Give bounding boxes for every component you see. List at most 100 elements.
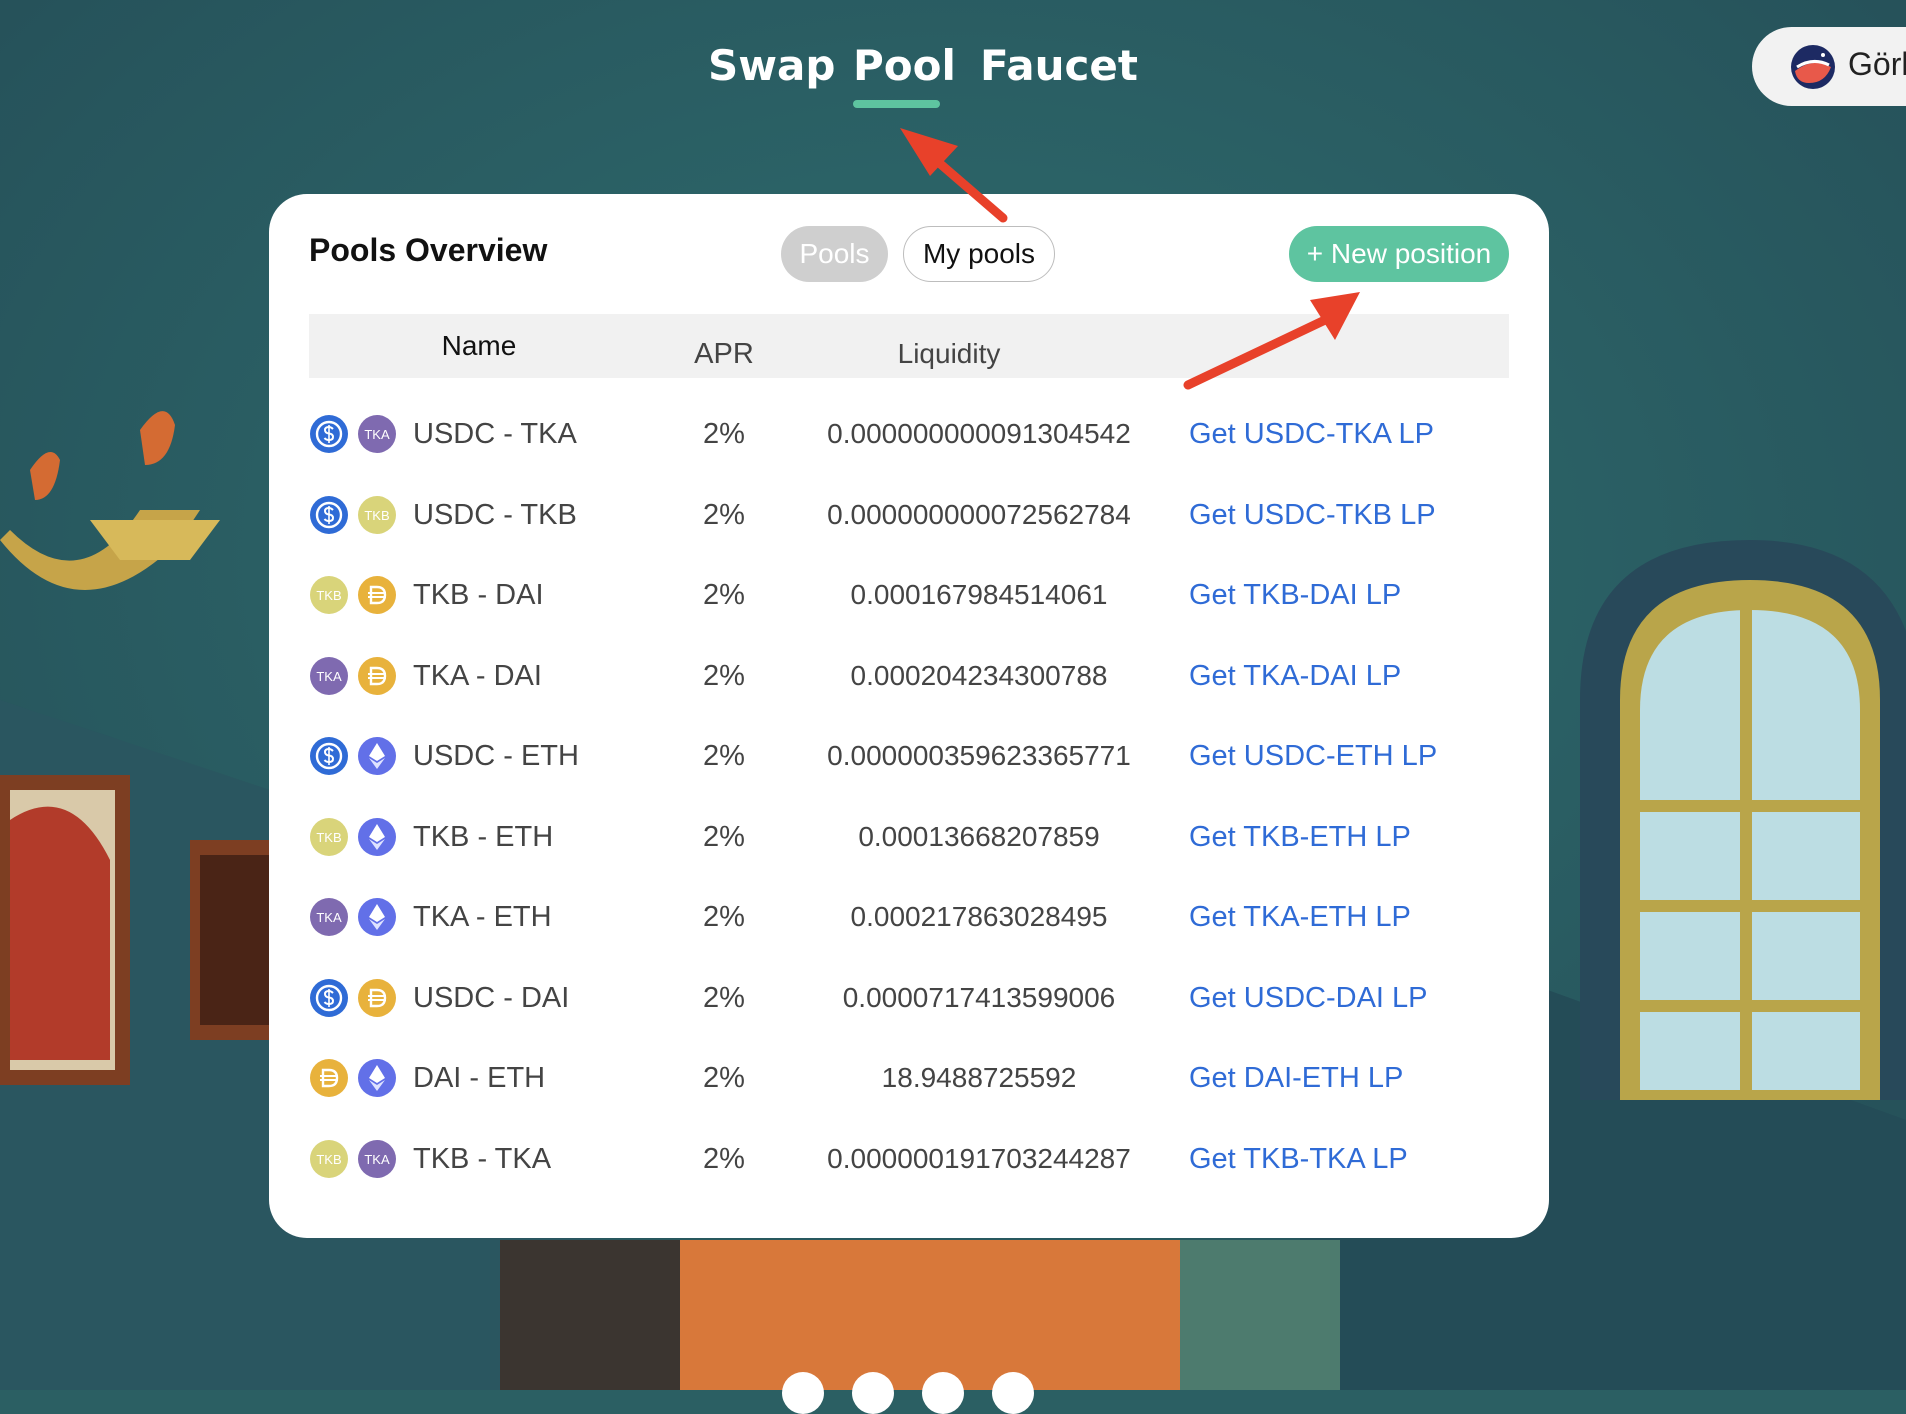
dai-icon <box>357 575 397 615</box>
tab-faucet[interactable]: Faucet <box>980 38 1138 98</box>
pool-liquidity: 0.000000000091304542 <box>827 418 1131 449</box>
pool-liquidity: 0.000217863028495 <box>850 901 1108 932</box>
table-row: TKA TKA - ETH 2% 0.000217863028495 Get TKA-E… <box>309 877 1509 957</box>
github-icon[interactable] <box>852 1372 894 1414</box>
network-selector[interactable]: Görl <box>1752 27 1906 106</box>
pool-pair-name: TKB - TKA <box>413 1142 552 1175</box>
tka-icon: TKA <box>309 897 349 937</box>
tkb-icon: TKB <box>309 817 349 857</box>
pool-pair-name: USDC - TKA <box>413 418 577 450</box>
svg-text:TKA: TKA <box>316 910 342 925</box>
column-header-name: Name <box>441 330 517 361</box>
pool-pair-name: USDC - TKB <box>413 498 577 531</box>
pool-pair-name: TKB - ETH <box>413 820 554 853</box>
svg-text:TKB: TKB <box>316 1152 341 1167</box>
get-lp-link[interactable]: Get TKA-DAI LP <box>1189 636 1401 716</box>
table-row: USDC - ETH 2% 0.000000359623365771 Get USDC… <box>309 716 1509 796</box>
goerli-network-icon <box>1791 45 1835 89</box>
table-row: TKA USDC - TKA 2% 0.000000000091304542 Get U… <box>309 394 1509 474</box>
column-header-apr: APR <box>694 338 754 370</box>
twitter-icon[interactable] <box>782 1372 824 1414</box>
segment-my-pools[interactable]: My pools <box>903 226 1055 282</box>
tab-pool[interactable]: Pool <box>853 38 956 98</box>
get-lp-link[interactable]: Get TKA-ETH LP <box>1189 877 1411 957</box>
pool-apr: 2% <box>703 659 745 692</box>
svg-text:TKB: TKB <box>316 830 341 845</box>
dai-icon <box>309 1058 349 1098</box>
table-row: DAI - ETH 2% 18.9488725592 Get DAI-ETH LP <box>309 1038 1509 1118</box>
tkb-icon: TKB <box>309 575 349 615</box>
table-row: TKB TKB - ETH 2% 0.00013668207859 Get TKB-ET… <box>309 797 1509 877</box>
page-title: Pools Overview <box>309 232 548 268</box>
pool-apr: 2% <box>703 901 745 933</box>
get-lp-link[interactable]: Get DAI-ETH LP <box>1189 1038 1403 1118</box>
table-row: USDC - DAI 2% 0.0000717413599006 Get USDC-D… <box>309 958 1509 1038</box>
pool-liquidity: 0.000167984514061 <box>850 579 1108 610</box>
top-nav: Swap Pool Faucet <box>0 38 1906 118</box>
pool-liquidity: 0.000204234300788 <box>850 659 1108 691</box>
get-lp-link[interactable]: Get USDC-TKA LP <box>1189 394 1434 474</box>
pool-liquidity: 0.000000191703244287 <box>827 1142 1131 1174</box>
pool-liquidity: 0.000000000072562784 <box>827 498 1131 530</box>
table-row: TKB TKB - DAI 2% 0.000167984514061 Get TKB-D… <box>309 555 1509 635</box>
svg-text:TKA: TKA <box>316 669 342 684</box>
tka-icon: TKA <box>309 656 349 696</box>
svg-text:TKA: TKA <box>364 427 390 442</box>
pool-pair-name: USDC - DAI <box>413 981 570 1014</box>
pool-apr: 2% <box>703 498 745 531</box>
discord-icon[interactable] <box>992 1372 1034 1414</box>
pool-apr: 2% <box>703 981 745 1014</box>
help-icon[interactable] <box>922 1372 964 1414</box>
get-lp-link[interactable]: Get USDC-TKB LP <box>1189 475 1436 555</box>
svg-text:TKB: TKB <box>364 508 389 523</box>
pool-pair-name: DAI - ETH <box>413 1062 546 1094</box>
eth-icon <box>357 1058 397 1098</box>
get-lp-link[interactable]: Get TKB-DAI LP <box>1189 555 1401 635</box>
active-tab-indicator <box>853 100 940 108</box>
get-lp-link[interactable]: Get TKB-TKA LP <box>1189 1119 1408 1199</box>
dai-icon <box>357 978 397 1018</box>
pool-pair-name: TKA - ETH <box>413 901 552 933</box>
pools-card: Pools Overview Pools My pools + New posi… <box>269 194 1549 1238</box>
column-header-liquidity: Liquidity <box>897 338 1001 369</box>
pool-apr: 2% <box>703 1142 745 1175</box>
pool-pair-name: USDC - ETH <box>413 740 579 772</box>
pool-liquidity: 0.000000359623365771 <box>827 740 1131 771</box>
eth-icon <box>357 736 397 776</box>
tkb-icon: TKB <box>357 495 397 535</box>
eth-icon <box>357 817 397 857</box>
footer-social-icons <box>760 1372 1060 1414</box>
tab-swap[interactable]: Swap <box>708 38 835 98</box>
network-name: Görl <box>1848 46 1906 82</box>
tka-icon: TKA <box>357 414 397 454</box>
table-row: TKB TKA TKB - TKA 2% 0.000000191703244287 Get… <box>309 1119 1509 1199</box>
segment-pools[interactable]: Pools <box>781 226 888 282</box>
pool-apr: 2% <box>703 418 745 450</box>
get-lp-link[interactable]: Get TKB-ETH LP <box>1189 797 1411 877</box>
table-header: Name APR Liquidity <box>309 314 1509 378</box>
new-position-button[interactable]: + New position <box>1289 226 1509 282</box>
svg-text:TKB: TKB <box>316 588 341 603</box>
pool-liquidity: 0.0000717413599006 <box>842 981 1116 1013</box>
pool-apr: 2% <box>703 1062 745 1094</box>
usdc-icon <box>309 978 349 1018</box>
table-row: TKA TKA - DAI 2% 0.000204234300788 Get TKA-D… <box>309 636 1509 716</box>
pool-pair-name: TKA - DAI <box>413 659 542 692</box>
pool-pair-name: TKB - DAI <box>413 579 544 611</box>
get-lp-link[interactable]: Get USDC-DAI LP <box>1189 958 1428 1038</box>
get-lp-link[interactable]: Get USDC-ETH LP <box>1189 716 1437 796</box>
dai-icon <box>357 656 397 696</box>
eth-icon <box>357 897 397 937</box>
table-row: TKB USDC - TKB 2% 0.000000000072562784 Get U… <box>309 475 1509 555</box>
usdc-icon <box>309 495 349 535</box>
pool-apr: 2% <box>703 820 745 853</box>
tka-icon: TKA <box>357 1139 397 1179</box>
pool-liquidity: 0.00013668207859 <box>858 820 1100 852</box>
usdc-icon <box>309 414 349 454</box>
pool-apr: 2% <box>703 740 745 772</box>
pool-apr: 2% <box>703 579 745 611</box>
svg-text:TKA: TKA <box>364 1152 390 1167</box>
usdc-icon <box>309 736 349 776</box>
pool-liquidity: 18.9488725592 <box>881 1062 1077 1093</box>
tkb-icon: TKB <box>309 1139 349 1179</box>
